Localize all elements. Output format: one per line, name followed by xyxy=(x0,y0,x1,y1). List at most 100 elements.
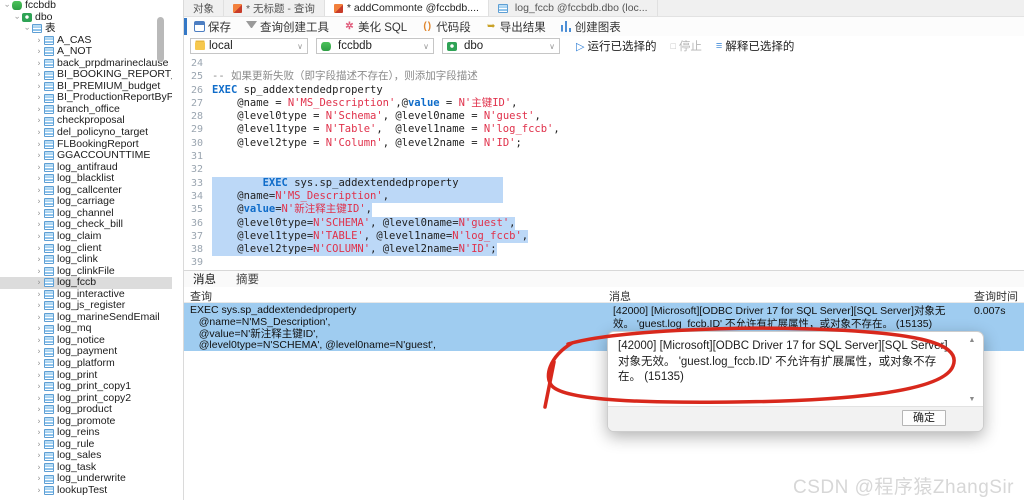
connection-select[interactable]: local ∨ xyxy=(190,38,308,54)
explain-selected-button[interactable]: ≡ 解释已选择的 xyxy=(716,38,794,54)
column-header-message[interactable]: 消息 xyxy=(609,288,631,304)
export-button[interactable]: ➥导出结果 xyxy=(486,19,546,35)
line-number: 31 xyxy=(184,150,212,163)
expander-collapsed-icon[interactable]: › xyxy=(34,242,44,254)
expander-collapsed-icon[interactable]: › xyxy=(34,150,44,162)
expander-collapsed-icon[interactable]: › xyxy=(34,288,44,300)
chart-button[interactable]: 创建图表 xyxy=(561,19,621,35)
expander-collapsed-icon[interactable]: › xyxy=(34,323,44,335)
expander-collapsed-icon[interactable]: › xyxy=(34,46,44,58)
tab-1[interactable]: * 无标题 - 查询 xyxy=(224,0,325,16)
expander-collapsed-icon[interactable]: › xyxy=(34,57,44,69)
editor-line-34: 34 @name=N'MS_Description', xyxy=(184,190,1024,203)
run-selected-button[interactable]: ▷ 运行已选择的 xyxy=(576,38,656,54)
expander-collapsed-icon[interactable]: › xyxy=(34,311,44,323)
database-select[interactable]: fccbdb ∨ xyxy=(316,38,434,54)
beautify-button[interactable]: ✲美化 SQL xyxy=(344,19,407,35)
expander-collapsed-icon[interactable]: › xyxy=(34,334,44,346)
table-icon xyxy=(44,371,54,380)
tree-item-log_fccb[interactable]: ›log_fccb xyxy=(0,277,172,289)
database-tree[interactable]: ›fccbdb›dbo›表›A_CAS›A_NOT›back_prpdmarin… xyxy=(0,0,172,500)
code-button[interactable]: ()代码段 xyxy=(422,19,471,35)
run-selected-label: 运行已选择的 xyxy=(587,38,656,54)
database-icon xyxy=(12,1,22,10)
tree-items: ›fccbdb›dbo›表›A_CAS›A_NOT›back_prpdmarin… xyxy=(0,0,172,497)
expander-collapsed-icon[interactable]: › xyxy=(34,484,44,496)
expander-open-icon[interactable]: › xyxy=(21,24,33,34)
expander-collapsed-icon[interactable]: › xyxy=(34,161,44,173)
expander-collapsed-icon[interactable]: › xyxy=(34,103,44,115)
expander-collapsed-icon[interactable]: › xyxy=(34,300,44,312)
expander-collapsed-icon[interactable]: › xyxy=(34,369,44,381)
tree-item-lookupTest[interactable]: ›lookupTest xyxy=(0,485,172,497)
tree-item-tables-folder[interactable]: ›表 xyxy=(0,23,172,35)
expander-collapsed-icon[interactable]: › xyxy=(34,127,44,139)
expander-collapsed-icon[interactable]: › xyxy=(34,184,44,196)
expander-collapsed-icon[interactable]: › xyxy=(34,173,44,185)
table-icon xyxy=(44,71,54,80)
expander-collapsed-icon[interactable]: › xyxy=(34,219,44,231)
filter-button[interactable]: 查询创建工具 xyxy=(246,19,329,35)
tree-item-del_policyno_target[interactable]: ›del_policyno_target xyxy=(0,127,172,139)
save-button[interactable]: 保存 xyxy=(194,19,231,35)
expander-collapsed-icon[interactable]: › xyxy=(34,34,44,46)
table-icon xyxy=(44,313,54,322)
tree-item-log_clink[interactable]: ›log_clink xyxy=(0,254,172,266)
expander-collapsed-icon[interactable]: › xyxy=(34,473,44,485)
editor-line-36: 36 @level0type=N'SCHEMA', @level0name=N'… xyxy=(184,217,1024,230)
expander-collapsed-icon[interactable]: › xyxy=(34,450,44,462)
expander-collapsed-icon[interactable]: › xyxy=(34,138,44,150)
tree-item-log_print_copy1[interactable]: › log_print_copy1 xyxy=(0,381,172,393)
toolbar-button-label: 导出结果 xyxy=(500,19,546,35)
expander-collapsed-icon[interactable]: › xyxy=(34,392,44,404)
expander-collapsed-icon[interactable]: › xyxy=(34,196,44,208)
code-text: @level1type = N'Table', @level1name = N'… xyxy=(212,123,560,136)
sql-editor[interactable]: 2425-- 如果更新失败（即字段描述不存在），则添加字段描述26EXEC sp… xyxy=(184,56,1024,270)
expander-collapsed-icon[interactable]: › xyxy=(34,277,44,289)
expander-collapsed-icon[interactable]: › xyxy=(34,381,44,393)
expander-collapsed-icon[interactable]: › xyxy=(34,207,44,219)
expander-collapsed-icon[interactable]: › xyxy=(34,92,44,104)
tab-2[interactable]: * addCommonte @fccbdb.... xyxy=(325,0,489,16)
tree-item-log_claim[interactable]: ›log_claim xyxy=(0,231,172,243)
expander-collapsed-icon[interactable]: › xyxy=(34,115,44,127)
expander-collapsed-icon[interactable]: › xyxy=(34,415,44,427)
expander-collapsed-icon[interactable]: › xyxy=(34,404,44,416)
expander-collapsed-icon[interactable]: › xyxy=(34,461,44,473)
tree-item-log_platform[interactable]: ›log_platform xyxy=(0,358,172,370)
table-icon xyxy=(44,209,54,218)
scroll-down-icon[interactable]: ▼ xyxy=(969,396,976,403)
tree-item-label: log_print_copy1 xyxy=(57,381,131,393)
expander-collapsed-icon[interactable]: › xyxy=(34,357,44,369)
column-header-query[interactable]: 查询 xyxy=(190,288,212,304)
tree-item-label: log_product xyxy=(57,404,112,416)
expander-collapsed-icon[interactable]: › xyxy=(34,69,44,81)
tab-0[interactable]: 对象 xyxy=(184,0,224,16)
expander-collapsed-icon[interactable]: › xyxy=(34,80,44,92)
expander-collapsed-icon[interactable]: › xyxy=(34,230,44,242)
expander-collapsed-icon[interactable]: › xyxy=(34,438,44,450)
column-header-time[interactable]: 查询时间 xyxy=(974,288,1018,304)
tree-item-database[interactable]: ›fccbdb xyxy=(0,0,172,12)
sidebar-scrollbar[interactable] xyxy=(157,17,164,62)
expander-collapsed-icon[interactable]: › xyxy=(34,265,44,277)
tab-3[interactable]: log_fccb @fccbdb.dbo (loc... xyxy=(489,0,658,16)
expander-open-icon[interactable]: › xyxy=(11,12,23,22)
run-controls: ▷ 运行已选择的 □ 停止 ≡ 解释已选择的 xyxy=(576,38,794,54)
tree-item-A_NOT[interactable]: ›A_NOT xyxy=(0,46,172,58)
tree-item-log_product[interactable]: › log_product xyxy=(0,404,172,416)
ok-button[interactable]: 确定 xyxy=(902,410,946,426)
stop-button[interactable]: □ 停止 xyxy=(670,38,701,54)
result-cell-query: EXEC sys.sp_addextendedproperty @name=N'… xyxy=(190,305,436,352)
results-tab-摘要[interactable]: 摘要 xyxy=(236,271,259,287)
expander-collapsed-icon[interactable]: › xyxy=(34,427,44,439)
dialog-scrollbar[interactable]: ▲ ▼ xyxy=(966,337,978,403)
expander-collapsed-icon[interactable]: › xyxy=(34,346,44,358)
results-tab-消息[interactable]: 消息 xyxy=(193,271,216,287)
tree-item-GGACCOUNTTIME[interactable]: ›GGACCOUNTTIME xyxy=(0,150,172,162)
expander-collapsed-icon[interactable]: › xyxy=(34,254,44,266)
tree-item-schema[interactable]: ›dbo xyxy=(0,12,172,24)
expander-open-icon[interactable]: › xyxy=(1,1,13,11)
schema-select[interactable]: dbo ∨ xyxy=(442,38,560,54)
scroll-up-icon[interactable]: ▲ xyxy=(969,337,976,344)
